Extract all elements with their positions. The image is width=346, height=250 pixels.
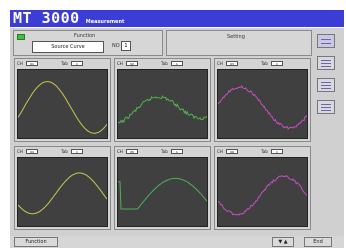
tab-label: Tab <box>161 149 168 154</box>
tab-label: Tab <box>61 149 68 154</box>
layout-list-icon[interactable] <box>317 78 335 92</box>
channel-panel: CH 06 Tab 1 <box>214 146 311 230</box>
ch-label: CH <box>217 61 223 66</box>
layout-list-icon[interactable] <box>317 56 335 70</box>
ch-label: CH <box>117 149 123 154</box>
waveform-trace <box>118 177 207 210</box>
waveform-trace <box>218 174 307 216</box>
ch-field[interactable]: 02 <box>126 61 138 66</box>
layout-2x3-icon[interactable] <box>317 34 335 48</box>
tab-label: Tab <box>61 61 68 66</box>
waveform-trace <box>218 84 307 130</box>
function-button[interactable]: Function <box>14 237 58 247</box>
waveform-trace <box>18 172 107 215</box>
tab-field[interactable]: 1 <box>271 61 283 66</box>
main-panel: Function Source Curve NO 1 Setting CH 01… <box>10 28 344 248</box>
tab-label: Tab <box>261 149 268 154</box>
ch-field[interactable]: 04 <box>26 149 38 154</box>
app-subtitle: Measurement <box>85 19 125 25</box>
channel-panel: CH 01 Tab 1 <box>14 58 111 142</box>
no-field[interactable]: 1 <box>121 41 131 51</box>
app-window: MT 3000 Measurement Function Source Curv… <box>0 0 346 250</box>
tab-field[interactable]: 1 <box>71 149 83 154</box>
waveform-plot <box>17 157 108 227</box>
channel-panel: CH 04 Tab 1 <box>14 146 111 230</box>
waveform-plot <box>117 157 208 227</box>
mode-select[interactable]: Source Curve <box>32 41 104 53</box>
bottom-bar: Function ▼ ▲ End <box>10 236 344 248</box>
no-label: NO <box>112 43 120 49</box>
app-title: MT 3000 <box>13 9 80 27</box>
tab-label: Tab <box>261 61 268 66</box>
setting-group[interactable]: Setting <box>166 30 312 56</box>
waveform-plot <box>217 69 308 139</box>
ch-label: CH <box>17 149 23 154</box>
channel-panel: CH 02 Tab 1 <box>114 58 211 142</box>
tab-field[interactable]: 1 <box>271 149 283 154</box>
ch-field[interactable]: 05 <box>126 149 138 154</box>
layout-list-icon[interactable] <box>317 100 335 114</box>
ch-label: CH <box>17 61 23 66</box>
channel-panel: CH 03 Tab 1 <box>214 58 311 142</box>
view-toolbar <box>315 30 339 245</box>
ch-label: CH <box>217 149 223 154</box>
title-bar: MT 3000 Measurement <box>10 10 344 27</box>
tab-field[interactable]: 1 <box>71 61 83 66</box>
function-group: Function Source Curve NO 1 <box>13 30 163 56</box>
waveform-trace <box>18 81 107 134</box>
status-led-icon <box>17 34 25 40</box>
waveform-plot <box>17 69 108 139</box>
tab-field[interactable]: 1 <box>171 149 183 154</box>
waveform-trace <box>118 95 207 124</box>
page-arrows-button[interactable]: ▼ ▲ <box>272 237 294 247</box>
setting-title: Setting <box>227 34 245 40</box>
channel-panel: CH 05 Tab 1 <box>114 146 211 230</box>
ch-field[interactable]: 01 <box>26 61 38 66</box>
waveform-plot <box>117 69 208 139</box>
tab-field[interactable]: 1 <box>171 61 183 66</box>
ch-field[interactable]: 06 <box>226 149 238 154</box>
function-title: Function <box>74 33 96 39</box>
ch-field[interactable]: 03 <box>226 61 238 66</box>
ch-label: CH <box>117 61 123 66</box>
end-button[interactable]: End <box>304 237 332 247</box>
tab-label: Tab <box>161 61 168 66</box>
waveform-plot <box>217 157 308 227</box>
